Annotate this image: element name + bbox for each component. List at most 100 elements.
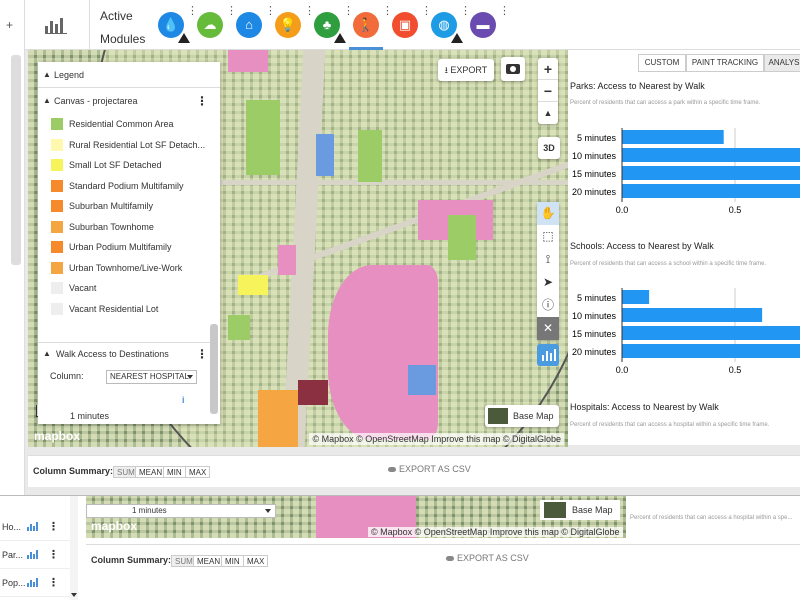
min-button[interactable]: MIN — [221, 555, 244, 567]
layer-row-population[interactable]: Pop... ⋮ — [0, 569, 78, 597]
legend-item: Residential Common Area — [38, 114, 220, 135]
tree-module[interactable]: ♣ ⋮ — [314, 6, 354, 43]
basemap-button[interactable]: Base Map — [485, 405, 559, 427]
export-csv-button[interactable]: EXPORT AS CSV — [388, 464, 471, 474]
canvas-layer-header[interactable]: ▲ Canvas - projectarea ⋮ — [38, 88, 220, 114]
globe-module[interactable]: ◍ ⋮ — [431, 6, 471, 43]
layer-list-scrollbar[interactable] — [70, 496, 78, 600]
tab-analysis[interactable]: ANALYS — [764, 54, 800, 72]
legend-item: Vacant Residential Lot — [38, 299, 220, 320]
walk-access-header[interactable]: ▲ Walk Access to Destinations ⋮ — [38, 342, 210, 364]
layer-row-parks[interactable]: Par... ⋮ — [0, 541, 78, 569]
basemap-button[interactable]: Base Map — [540, 500, 620, 520]
legend-swatch — [51, 302, 63, 315]
legend-scrollbar[interactable] — [210, 324, 218, 414]
bulb-module[interactable]: 💡 ⋮ — [275, 6, 315, 38]
more-options-icon[interactable]: ⋮ — [187, 6, 198, 17]
bar-chart-icon[interactable] — [27, 550, 38, 559]
more-options-icon[interactable]: ⋮ — [226, 6, 237, 17]
min-button[interactable]: MIN — [163, 466, 186, 478]
caret-down-icon — [71, 593, 77, 597]
legend-swatch — [51, 261, 63, 274]
bar[interactable] — [622, 290, 650, 304]
pointer-icon[interactable]: ➤ — [537, 271, 559, 294]
close-icon[interactable]: ✕ — [537, 317, 559, 340]
more-options-icon[interactable]: ⋮ — [343, 6, 354, 17]
bar-chart-icon[interactable] — [27, 578, 38, 587]
x-tick-label: 0.5 — [729, 365, 742, 375]
bar[interactable] — [622, 326, 800, 340]
toolbar-divider — [89, 0, 90, 50]
more-options-icon[interactable]: ⋮ — [48, 541, 59, 569]
bar[interactable] — [622, 148, 800, 162]
chart-panel-icon[interactable] — [537, 344, 559, 366]
multifamily-parcel — [258, 390, 298, 447]
bar[interactable] — [622, 344, 800, 358]
hospitals-chart-subtitle: Percent of residents that can access a h… — [570, 422, 770, 428]
more-options-icon[interactable]: ⋮ — [48, 569, 59, 597]
column-label: Column: — [50, 371, 84, 381]
legend-swatch — [51, 159, 63, 171]
cloud-module[interactable]: ☁ ⋮ — [197, 6, 237, 38]
secondary-minutes-select[interactable]: 1 minutes — [86, 504, 276, 518]
zoom-out-button[interactable]: − — [538, 80, 558, 102]
mean-button[interactable]: MEAN — [135, 466, 167, 478]
max-button[interactable]: MAX — [243, 555, 269, 567]
legend-swatch — [51, 138, 63, 151]
column-select[interactable]: NEAREST HOSPITAL — [106, 370, 197, 384]
tab-paint-tracking[interactable]: PAINT TRACKING — [686, 54, 764, 72]
left-scrollbar[interactable] — [11, 55, 21, 265]
globe-module-icon: ◍ — [438, 17, 450, 32]
more-options-icon[interactable]: ⋮ — [265, 6, 276, 17]
secondary-window: Ho... ⋮ Par... ⋮ Pop... ⋮ 1 minutes mapb… — [0, 495, 800, 600]
map-attribution[interactable]: © Mapbox © OpenStreetMap Improve this ma… — [309, 433, 564, 445]
more-options-icon[interactable]: ⋮ — [196, 88, 208, 114]
bar[interactable] — [622, 308, 763, 322]
layer-row-hospitals[interactable]: Ho... ⋮ — [0, 513, 78, 541]
legend-item: Vacant — [38, 278, 220, 299]
mean-button[interactable]: MEAN — [193, 555, 225, 567]
zoom-in-button[interactable]: + — [538, 58, 558, 80]
export-button[interactable]: ⭳ EXPORT — [438, 59, 494, 81]
bar[interactable] — [622, 130, 724, 144]
map-attribution[interactable]: © Mapbox © OpenStreetMap Improve this ma… — [368, 527, 623, 537]
more-options-icon[interactable]: ⋮ — [304, 6, 315, 17]
rectangle-select-icon[interactable]: ⬚ — [537, 225, 559, 248]
tab-custom[interactable]: CUSTOM — [638, 54, 686, 72]
secondary-column-summary-bar: Column Summary: SUM MEAN MIN MAX EXPORT … — [86, 544, 800, 580]
park-parcel — [358, 130, 382, 182]
more-options-icon[interactable]: ⋮ — [499, 6, 510, 17]
more-options-icon[interactable]: ⋮ — [48, 513, 59, 541]
3d-toggle-button[interactable]: 3D — [538, 137, 560, 159]
home-module[interactable]: ⌂ ⋮ — [236, 6, 276, 38]
info-icon[interactable]: ⓘ — [537, 294, 559, 317]
car-module[interactable]: ▬ ⋮ — [470, 6, 510, 38]
compass-button[interactable]: ▲ — [538, 102, 558, 124]
home-module-icon: ⌂ — [245, 17, 253, 32]
walk-module[interactable]: 🚶 ⋮ — [349, 6, 393, 50]
more-options-icon[interactable]: ⋮ — [421, 6, 432, 17]
more-options-icon[interactable]: ⋮ — [460, 6, 471, 17]
info-icon[interactable]: i — [182, 395, 185, 405]
bar-chart-icon[interactable] — [27, 522, 38, 531]
add-icon[interactable]: + — [6, 18, 13, 32]
basemap-thumbnail — [488, 408, 508, 424]
pan-hand-icon[interactable]: ✋ — [537, 202, 559, 225]
max-button[interactable]: MAX — [185, 466, 211, 478]
bus-module[interactable]: ▣ ⋮ — [392, 6, 432, 38]
bar[interactable] — [622, 166, 800, 180]
camera-button[interactable] — [501, 57, 525, 81]
bar-chart-icon[interactable] — [45, 16, 67, 34]
export-csv-button[interactable]: EXPORT AS CSV — [446, 553, 529, 563]
water-module[interactable]: 💧 ⋮ — [158, 6, 198, 43]
caret-down-icon — [187, 375, 193, 379]
bar[interactable] — [622, 184, 800, 198]
tree-module-icon: ♣ — [322, 17, 332, 32]
more-options-icon[interactable]: ⋮ — [196, 343, 208, 365]
more-options-icon[interactable]: ⋮ — [382, 6, 393, 17]
left-strip: + — [0, 0, 25, 495]
mapbox-logo: mapbox — [34, 429, 81, 443]
polygon-select-icon[interactable]: ⟟ — [537, 248, 559, 271]
legend-header[interactable]: ▲ Legend — [38, 62, 220, 88]
bulb-module-icon: 💡 — [279, 17, 297, 32]
